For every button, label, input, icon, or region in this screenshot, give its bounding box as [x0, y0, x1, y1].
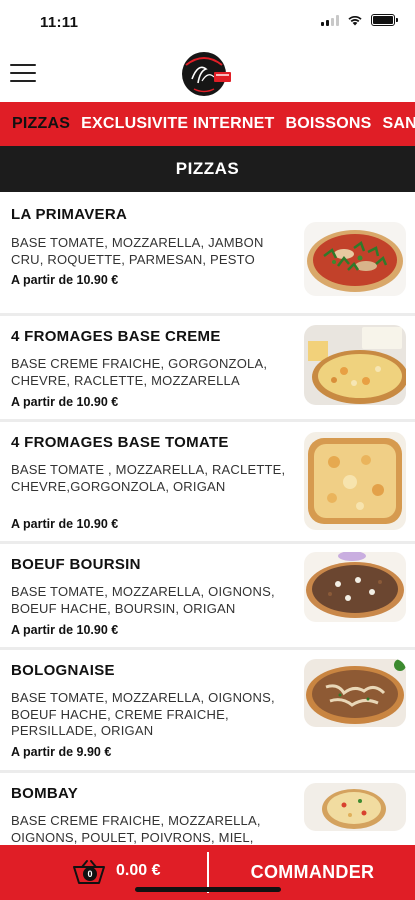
- status-icons: [321, 14, 398, 26]
- product-name: BOMBAY: [11, 785, 79, 802]
- category-tab-bar: PIZZAS EXCLUSIVITE INTERNET BOISSONS SAN: [0, 102, 415, 146]
- product-item-bombay[interactable]: BOMBAY BASE CREME FRAICHE, MOZZARELLA, O…: [0, 773, 415, 845]
- product-description: BASE TOMATE, MOZZARELLA, OIGNONS, BOEUF …: [11, 690, 275, 738]
- product-item-4-fromages-base-tomate[interactable]: 4 FROMAGES BASE TOMATE BASE TOMATE , MOZ…: [0, 422, 415, 544]
- product-name: BOLOGNAISE: [11, 662, 115, 679]
- hamburger-menu-icon[interactable]: [10, 64, 36, 82]
- product-item-bolognaise[interactable]: BOLOGNAISE BASE TOMATE, MOZZARELLA, OIGN…: [0, 650, 415, 773]
- product-price: A partir de 10.90 €: [11, 623, 119, 637]
- pizza-image-4-fromages-base-tomate: [304, 432, 406, 530]
- section-title: PIZZAS: [0, 146, 415, 192]
- product-list[interactable]: LA PRIMAVERA BASE TOMATE, MOZZARELLA, JA…: [0, 192, 415, 845]
- product-price: A partir de 10.90 €: [11, 395, 119, 409]
- tab-boissons[interactable]: BOISSONS: [285, 115, 371, 133]
- cart-total: 0.00 €: [116, 862, 161, 879]
- product-item-la-primavera[interactable]: LA PRIMAVERA BASE TOMATE, MOZZARELLA, JA…: [0, 192, 415, 316]
- product-description: BASE CREME FRAICHE, MOZZARELLA, OIGNONS,…: [11, 813, 261, 845]
- product-description: BASE TOMATE, MOZZARELLA, OIGNONS, BOEUF …: [11, 584, 275, 616]
- product-description: BASE TOMATE, MOZZARELLA, JAMBON CRU, ROQ…: [11, 235, 264, 267]
- product-name: LA PRIMAVERA: [11, 206, 128, 223]
- product-item-4-fromages-base-creme[interactable]: 4 FROMAGES BASE CREME BASE CREME FRAICHE…: [0, 316, 415, 422]
- pizza-image-4-fromages-base-creme: [304, 325, 406, 405]
- product-name: 4 FROMAGES BASE CREME: [11, 328, 221, 345]
- tab-exclusivite-internet[interactable]: EXCLUSIVITE INTERNET: [81, 115, 274, 133]
- product-name: 4 FROMAGES BASE TOMATE: [11, 434, 229, 451]
- tab-pizzas[interactable]: PIZZAS: [12, 115, 70, 133]
- app-header: [0, 44, 415, 102]
- pizza-logo[interactable]: [180, 49, 232, 99]
- cart-count-badge: 0: [83, 867, 97, 881]
- product-description: BASE TOMATE , MOZZARELLA, RACLETTE, CHEV…: [11, 462, 286, 494]
- product-price: A partir de 10.90 €: [11, 273, 119, 287]
- product-name: BOEUF BOURSIN: [11, 556, 141, 573]
- pizza-image-boeuf-boursin: [304, 552, 406, 622]
- product-price: A partir de 10.90 €: [11, 517, 119, 531]
- status-time: 11:11: [40, 14, 79, 31]
- status-bar: 11:11: [0, 0, 415, 44]
- pizza-image-la-primavera: [304, 222, 406, 296]
- product-description: BASE CREME FRAICHE, GORGONZOLA, CHEVRE, …: [11, 356, 268, 388]
- product-price: A partir de 9.90 €: [11, 745, 112, 759]
- battery-icon: [371, 14, 398, 26]
- wifi-icon: [348, 15, 362, 26]
- tab-sandwichs-partial[interactable]: SAN: [383, 115, 415, 133]
- pizza-image-bombay: [304, 783, 406, 831]
- home-indicator: [135, 887, 281, 892]
- cellular-signal-icon: [321, 14, 339, 26]
- pizza-image-bolognaise: [304, 659, 406, 727]
- product-item-boeuf-boursin[interactable]: BOEUF BOURSIN BASE TOMATE, MOZZARELLA, O…: [0, 544, 415, 650]
